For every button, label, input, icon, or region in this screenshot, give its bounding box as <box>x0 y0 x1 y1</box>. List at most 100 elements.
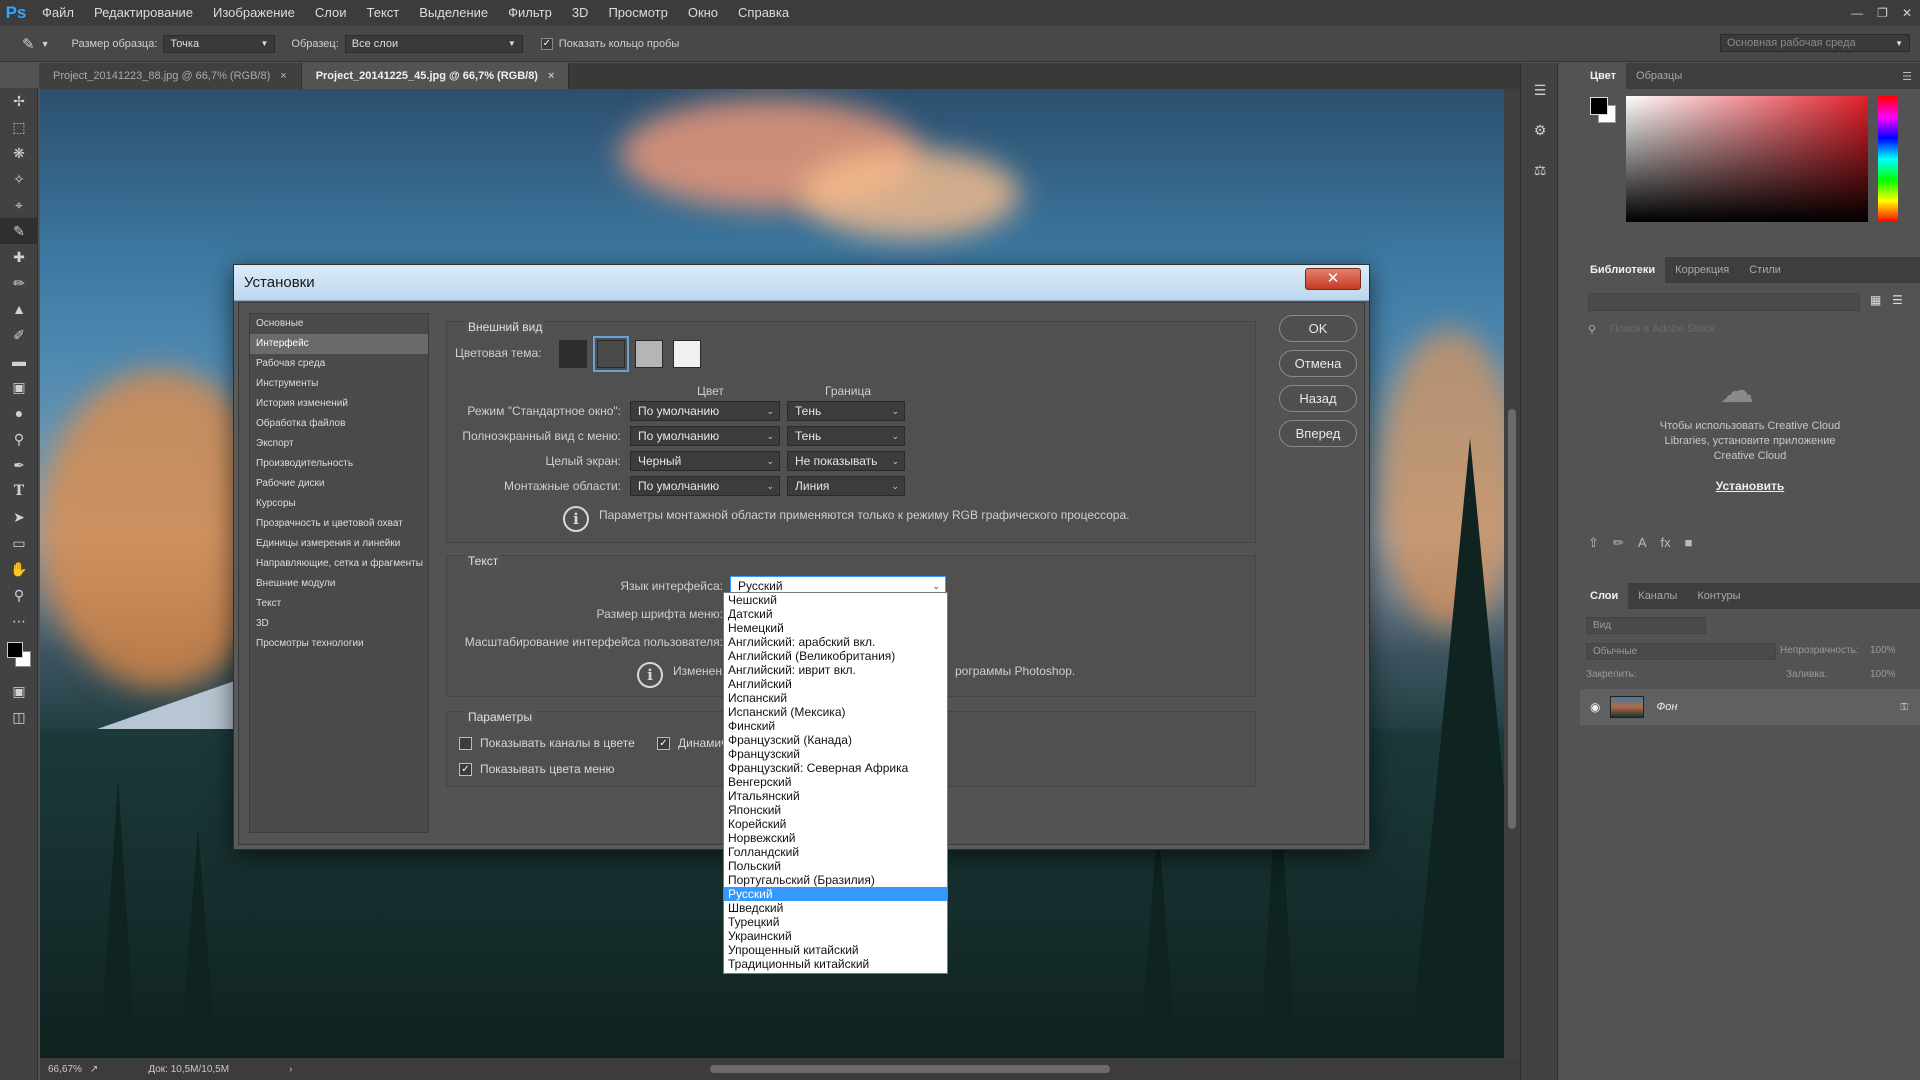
zoom-tool-icon[interactable]: ⚲ <box>0 582 38 608</box>
marquee-tool-icon[interactable]: ⬚ <box>0 114 38 140</box>
history-panel-icon[interactable]: ☰ <box>1521 77 1559 103</box>
menu-item-image[interactable]: Изображение <box>203 0 305 26</box>
fullscreen-menu-color-select[interactable]: По умолчанию ⌄ <box>630 426 780 446</box>
language-option[interactable]: Японский <box>724 803 947 817</box>
language-option[interactable]: Украинский <box>724 929 947 943</box>
language-option[interactable]: Турецкий <box>724 915 947 929</box>
ok-button[interactable]: OK <box>1279 315 1357 342</box>
tab-adjustments[interactable]: Коррекция <box>1665 257 1739 283</box>
show-channels-checkbox[interactable] <box>459 736 472 750</box>
move-tool-icon[interactable]: ✢ <box>0 88 38 114</box>
tab-swatches[interactable]: Образцы <box>1626 63 1692 89</box>
nav-item-units[interactable]: Единицы измерения и линейки <box>250 534 428 554</box>
screen-mode-icon[interactable]: ◫ <box>0 704 38 730</box>
list-view-icon[interactable]: ☰ <box>1892 293 1903 307</box>
blend-mode-select[interactable]: Обычные <box>1586 643 1776 660</box>
theme-swatch-dark[interactable] <box>593 336 629 372</box>
eyedropper-tool-icon[interactable]: ✎ <box>0 218 38 244</box>
theme-swatch-light[interactable] <box>673 340 701 368</box>
quick-mask-icon[interactable]: ▣ <box>0 678 38 704</box>
text-icon[interactable]: A <box>1638 535 1647 551</box>
horizontal-scrollbar-thumb[interactable] <box>710 1065 1110 1073</box>
menu-item-layers[interactable]: Слои <box>305 0 357 26</box>
fullscreen-border-select[interactable]: Не показывать ⌄ <box>787 451 905 471</box>
eyedropper-tool-icon[interactable]: ✎ <box>22 35 35 53</box>
menu-item-help[interactable]: Справка <box>728 0 799 26</box>
language-option[interactable]: Голландский <box>724 845 947 859</box>
hand-tool-icon[interactable]: ✋ <box>0 556 38 582</box>
layer-row[interactable]: ◉ Фон ⚿ <box>1580 689 1920 725</box>
language-option[interactable]: Французский (Канада) <box>724 733 947 747</box>
artboards-color-select[interactable]: По умолчанию ⌄ <box>630 476 780 496</box>
adjust-panel-icon[interactable]: ⚖ <box>1521 157 1559 183</box>
language-option[interactable]: Французский <box>724 747 947 761</box>
status-chevron-icon[interactable]: › <box>289 1064 292 1075</box>
nav-item-plugins[interactable]: Внешние модули <box>250 574 428 594</box>
dynamic-row[interactable]: ✓ Динамич <box>657 736 727 750</box>
fg-color-chip[interactable] <box>1590 97 1608 115</box>
language-option[interactable]: Португальский (Бразилия) <box>724 873 947 887</box>
tab-paths[interactable]: Контуры <box>1687 583 1750 609</box>
theme-swatch-medium[interactable] <box>635 340 663 368</box>
nav-item-transparency[interactable]: Прозрачность и цветовой охват <box>250 514 428 534</box>
menu-colors-row[interactable]: ✓ Показывать цвета меню <box>459 762 615 776</box>
menu-item-select[interactable]: Выделение <box>409 0 498 26</box>
fullscreen-color-select[interactable]: Черный ⌄ <box>630 451 780 471</box>
nav-item-scratch-disks[interactable]: Рабочие диски <box>250 474 428 494</box>
show-channels-row[interactable]: Показывать каналы в цвете <box>459 736 635 750</box>
language-option[interactable]: Испанский (Мексика) <box>724 705 947 719</box>
language-option[interactable]: Чешский <box>724 593 947 607</box>
language-option[interactable]: Корейский <box>724 817 947 831</box>
nav-item-history[interactable]: История изменений <box>250 394 428 414</box>
language-option[interactable]: Английский: арабский вкл. <box>724 635 947 649</box>
close-window-icon[interactable]: ✕ <box>1902 6 1912 20</box>
opacity-value[interactable]: 100% <box>1870 645 1896 656</box>
nav-item-cursors[interactable]: Курсоры <box>250 494 428 514</box>
gradient-tool-icon[interactable]: ▣ <box>0 374 38 400</box>
history-brush-tool-icon[interactable]: ✐ <box>0 322 38 348</box>
nav-item-export[interactable]: Экспорт <box>250 434 428 454</box>
menu-colors-checkbox[interactable]: ✓ <box>459 762 472 776</box>
sample-select[interactable]: Все слои ▼ <box>344 34 523 53</box>
menu-item-window[interactable]: Окно <box>678 0 728 26</box>
foreground-color-swatch[interactable] <box>7 642 23 658</box>
nav-item-general[interactable]: Основные <box>250 314 428 334</box>
scrollbar-thumb[interactable] <box>1508 409 1516 829</box>
nav-item-interface[interactable]: Интерфейс <box>250 334 428 354</box>
language-option[interactable]: Польский <box>724 859 947 873</box>
library-select[interactable] <box>1588 293 1860 311</box>
language-option[interactable]: Датский <box>724 607 947 621</box>
fullscreen-menu-border-select[interactable]: Тень ⌄ <box>787 426 905 446</box>
nav-item-type[interactable]: Текст <box>250 594 428 614</box>
show-ring-checkbox[interactable]: ✓ <box>540 37 553 50</box>
stock-search-input[interactable]: Поиск в Adobe Stock <box>1610 323 1715 335</box>
crop-tool-icon[interactable]: ⌖ <box>0 192 38 218</box>
upload-icon[interactable]: ⇧ <box>1588 535 1599 551</box>
language-option[interactable]: Традиционный китайский <box>724 957 947 971</box>
nav-item-tech-previews[interactable]: Просмотры технологии <box>250 634 428 654</box>
language-option[interactable]: Русский <box>724 887 947 901</box>
fill-value[interactable]: 100% <box>1870 669 1896 680</box>
install-link[interactable]: Установить <box>1580 479 1920 493</box>
language-option[interactable]: Английский <box>724 677 947 691</box>
workspace-select[interactable]: Основная рабочая среда ▼ <box>1720 34 1910 52</box>
healing-tool-icon[interactable]: ✚ <box>0 244 38 270</box>
type-tool-icon[interactable]: T <box>0 478 38 504</box>
zoom-level[interactable]: 66,67% <box>48 1064 82 1075</box>
cancel-button[interactable]: Отмена <box>1279 350 1357 377</box>
language-option[interactable]: Венгерский <box>724 775 947 789</box>
dodge-tool-icon[interactable]: ⚲ <box>0 426 38 452</box>
doc-tab-active[interactable]: Project_20141225_45.jpg @ 66,7% (RGB/8) × <box>301 63 570 89</box>
nav-item-3d[interactable]: 3D <box>250 614 428 634</box>
language-option[interactable]: Норвежский <box>724 831 947 845</box>
sample-size-select[interactable]: Точка ▼ <box>163 34 276 53</box>
restore-icon[interactable]: ❐ <box>1877 6 1888 20</box>
artboards-border-select[interactable]: Линия ⌄ <box>787 476 905 496</box>
tab-color[interactable]: Цвет <box>1580 63 1627 89</box>
close-tab-icon[interactable]: × <box>548 70 554 82</box>
share-icon[interactable]: ↗ <box>90 1064 98 1075</box>
tab-channels[interactable]: Каналы <box>1628 583 1687 609</box>
language-option[interactable]: Английский: иврит вкл. <box>724 663 947 677</box>
language-option[interactable]: Итальянский <box>724 789 947 803</box>
more-tools-icon[interactable]: ⋯ <box>0 608 38 634</box>
